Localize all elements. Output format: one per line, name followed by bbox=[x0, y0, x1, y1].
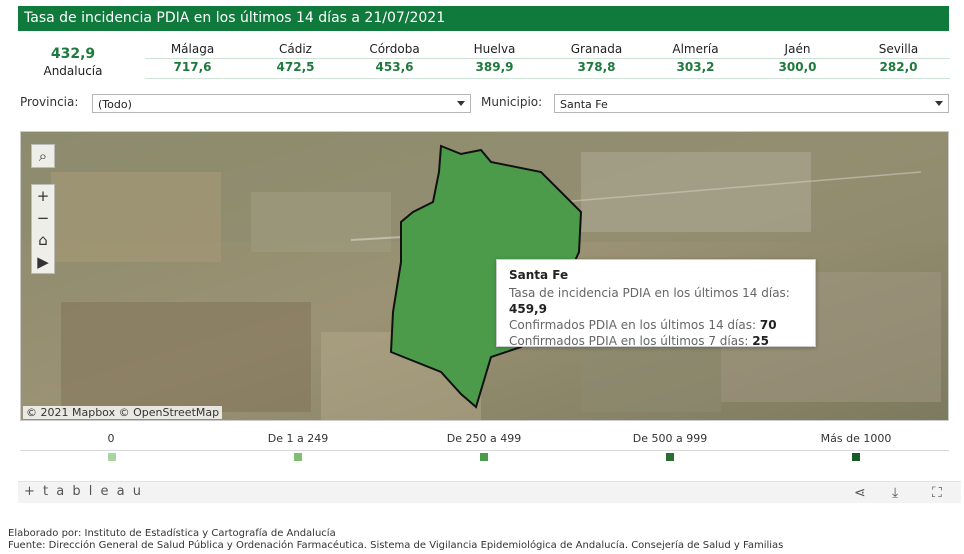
province-huelva[interactable]: Huelva 389,9 bbox=[447, 40, 542, 80]
legend-label: De 500 a 999 bbox=[632, 432, 708, 445]
source-notes: Elaborado por: Instituto de Estadística … bbox=[8, 528, 783, 552]
andalucia-summary: 432,9 Andalucía bbox=[26, 46, 120, 78]
map-attribution[interactable]: © 2021 Mapbox © OpenStreetMap bbox=[23, 406, 223, 419]
map-zoom-controls: + − ⌂ ▶ bbox=[31, 184, 55, 274]
map-search-control[interactable]: ⌕ bbox=[31, 144, 55, 168]
dashboard-title: Tasa de incidencia PDIA en los últimos 1… bbox=[24, 10, 446, 26]
search-icon[interactable]: ⌕ bbox=[32, 145, 54, 167]
legend-swatch[interactable] bbox=[108, 453, 116, 461]
province-rate: 472,5 bbox=[276, 60, 315, 74]
tableau-logo[interactable]: + t a b l e a u bbox=[24, 484, 143, 499]
province-name: Sevilla bbox=[878, 42, 919, 56]
tooltip-line-7d: Confirmados PDIA en los últimos 7 días: … bbox=[509, 333, 803, 349]
andalucia-label: Andalucía bbox=[43, 64, 103, 78]
download-icon[interactable]: ⤓ bbox=[892, 485, 898, 501]
province-rate: 378,8 bbox=[577, 60, 616, 74]
province-name: Córdoba bbox=[369, 42, 420, 56]
tooltip-value: 459,9 bbox=[509, 302, 547, 316]
provincia-filter-label: Provincia: bbox=[20, 95, 79, 109]
dashboard-title-bar: Tasa de incidencia PDIA en los últimos 1… bbox=[18, 6, 949, 31]
province-name: Almería bbox=[672, 42, 719, 56]
province-rate: 303,2 bbox=[676, 60, 715, 74]
data-source: Fuente: Dirección General de Salud Públi… bbox=[8, 540, 784, 551]
province-name: Málaga bbox=[170, 42, 215, 56]
tooltip-label: Confirmados PDIA en los últimos 14 días: bbox=[509, 318, 757, 332]
zoom-in-icon[interactable]: + bbox=[32, 185, 54, 207]
province-granada[interactable]: Granada 378,8 bbox=[549, 40, 644, 80]
home-icon[interactable]: ⌂ bbox=[32, 229, 54, 251]
tooltip-label: Confirmados PDIA en los últimos 7 días: bbox=[509, 334, 749, 348]
province-cordoba[interactable]: Córdoba 453,6 bbox=[347, 40, 442, 80]
chevron-down-icon[interactable] bbox=[457, 101, 465, 106]
province-cadiz[interactable]: Cádiz 472,5 bbox=[248, 40, 343, 80]
legend-swatch[interactable] bbox=[294, 453, 302, 461]
share-icon[interactable]: ⋖ bbox=[854, 485, 866, 501]
tooltip-title: Santa Fe bbox=[509, 268, 569, 282]
fullscreen-icon[interactable]: ⛶ bbox=[932, 485, 942, 501]
municipio-select[interactable]: Santa Fe bbox=[554, 94, 949, 113]
legend-label: Más de 1000 bbox=[820, 432, 892, 445]
chevron-down-icon[interactable] bbox=[935, 101, 943, 106]
map-view[interactable]: ⌕ + − ⌂ ▶ © 2021 Mapbox © OpenStreetMap … bbox=[20, 131, 949, 421]
municipio-filter-label: Municipio: bbox=[481, 95, 543, 109]
province-rate: 282,0 bbox=[879, 60, 918, 74]
legend-swatch[interactable] bbox=[480, 453, 488, 461]
tooltip-value: 70 bbox=[759, 318, 777, 332]
zoom-out-icon[interactable]: − bbox=[32, 207, 54, 229]
legend-label: De 250 a 499 bbox=[446, 432, 522, 445]
tooltip-line-rate: Tasa de incidencia PDIA en los últimos 1… bbox=[509, 285, 803, 317]
province-sevilla[interactable]: Sevilla 282,0 bbox=[851, 40, 946, 80]
color-legend: 0 De 1 a 249 De 250 a 499 De 500 a 999 M… bbox=[20, 432, 949, 468]
tooltip-label: Tasa de incidencia PDIA en los últimos 1… bbox=[509, 286, 790, 300]
province-name: Cádiz bbox=[279, 42, 312, 56]
provincia-select[interactable]: (Todo) bbox=[92, 94, 471, 113]
andalucia-rate: 432,9 bbox=[50, 46, 96, 62]
tooltip-line-14d: Confirmados PDIA en los últimos 14 días:… bbox=[509, 317, 803, 333]
province-rate: 389,9 bbox=[475, 60, 514, 74]
province-jaen[interactable]: Jaén 300,0 bbox=[750, 40, 845, 80]
legend-swatch[interactable] bbox=[852, 453, 860, 461]
tooltip-value: 25 bbox=[752, 334, 769, 348]
region-tooltip: Santa Fe Tasa de incidencia PDIA en los … bbox=[496, 259, 816, 349]
provincia-select-value: (Todo) bbox=[98, 98, 132, 111]
divider bbox=[20, 450, 949, 451]
legend-label: De 1 a 249 bbox=[267, 432, 329, 445]
province-malaga[interactable]: Málaga 717,6 bbox=[145, 40, 240, 80]
province-almeria[interactable]: Almería 303,2 bbox=[648, 40, 743, 80]
play-icon[interactable]: ▶ bbox=[32, 251, 54, 273]
elaborated-by: Elaborado por: Instituto de Estadística … bbox=[8, 528, 336, 539]
province-rate: 300,0 bbox=[778, 60, 817, 74]
tableau-toolbar: + t a b l e a u ⋖ ⤓ ⛶ bbox=[18, 481, 961, 503]
legend-label: 0 bbox=[107, 432, 115, 445]
province-rates: Málaga 717,6 Cádiz 472,5 Córdoba 453,6 H… bbox=[145, 40, 950, 80]
province-rate: 717,6 bbox=[173, 60, 212, 74]
province-name: Jaén bbox=[784, 42, 811, 56]
legend-swatch[interactable] bbox=[666, 453, 674, 461]
municipio-select-value: Santa Fe bbox=[560, 98, 608, 111]
province-name: Granada bbox=[570, 42, 623, 56]
province-name: Huelva bbox=[473, 42, 516, 56]
province-rate: 453,6 bbox=[375, 60, 414, 74]
